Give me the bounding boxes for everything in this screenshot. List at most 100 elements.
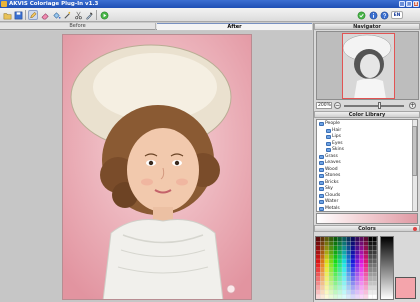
palette-swatch[interactable]: [346, 263, 351, 268]
palette-swatch[interactable]: [359, 263, 364, 268]
palette-swatch[interactable]: [316, 259, 321, 264]
palette-swatch[interactable]: [359, 267, 364, 273]
palette-swatch[interactable]: [342, 267, 347, 273]
palette-swatch[interactable]: [320, 267, 325, 273]
zoom-slider[interactable]: [344, 105, 404, 107]
palette-swatch[interactable]: [350, 241, 355, 246]
palette-swatch[interactable]: [324, 294, 329, 299]
image-canvas[interactable]: [0, 31, 312, 302]
palette-swatch[interactable]: [342, 285, 347, 290]
palette-swatch[interactable]: [329, 267, 334, 273]
palette-swatch[interactable]: [359, 285, 364, 290]
palette-swatch[interactable]: [324, 267, 329, 273]
palette-swatch[interactable]: [320, 263, 325, 268]
palette-swatch[interactable]: [368, 263, 373, 268]
palette-swatch[interactable]: [329, 294, 334, 299]
palette-swatch[interactable]: [359, 276, 364, 282]
tree-scrollbar[interactable]: [412, 120, 417, 211]
palette-swatch[interactable]: [346, 237, 351, 242]
palette-swatch[interactable]: [372, 250, 377, 255]
palette-swatch[interactable]: [346, 281, 351, 286]
magic-wand-icon[interactable]: [62, 10, 72, 20]
scissors-icon[interactable]: [73, 10, 83, 20]
palette-swatch[interactable]: [368, 245, 373, 251]
color-library-tree[interactable]: People Hair Lips Eyes Skins Grass Leaves Wood St…: [316, 119, 418, 212]
palette-swatch[interactable]: [372, 290, 377, 295]
palette-swatch[interactable]: [320, 294, 325, 299]
palette-swatch[interactable]: [316, 267, 321, 273]
palette-swatch[interactable]: [333, 276, 338, 282]
close-button[interactable]: x: [413, 1, 419, 7]
palette-swatch[interactable]: [329, 290, 334, 295]
palette-swatch[interactable]: [359, 250, 364, 255]
palette-swatch[interactable]: [342, 250, 347, 255]
palette-swatch[interactable]: [329, 263, 334, 268]
palette-swatch[interactable]: [350, 267, 355, 273]
info-icon[interactable]: [368, 10, 378, 20]
palette-swatch[interactable]: [337, 285, 342, 290]
ok-icon[interactable]: [356, 10, 366, 20]
brightness-bar[interactable]: [380, 236, 394, 300]
palette-swatch[interactable]: [316, 263, 321, 268]
palette-swatch[interactable]: [329, 285, 334, 290]
tab-before[interactable]: Before: [0, 23, 156, 30]
palette-swatch[interactable]: [320, 281, 325, 286]
palette-swatch[interactable]: [363, 290, 368, 295]
palette-swatch[interactable]: [350, 263, 355, 268]
palette-swatch[interactable]: [337, 281, 342, 286]
zoom-slider-handle[interactable]: [378, 102, 381, 109]
palette-swatch[interactable]: [329, 276, 334, 282]
palette-swatch[interactable]: [337, 254, 342, 259]
library-item-eyes[interactable]: Eyes: [326, 141, 343, 147]
palette-swatch[interactable]: [346, 259, 351, 264]
palette-grid[interactable]: [316, 237, 377, 299]
palette-swatch[interactable]: [320, 285, 325, 290]
palette-swatch[interactable]: [333, 263, 338, 268]
palette-swatch[interactable]: [355, 285, 360, 290]
palette-swatch[interactable]: [368, 267, 373, 273]
palette-swatch[interactable]: [350, 285, 355, 290]
palette-swatch[interactable]: [368, 294, 373, 299]
navigator-viewport[interactable]: [342, 33, 395, 99]
palette-swatch[interactable]: [329, 281, 334, 286]
palette-swatch[interactable]: [316, 241, 321, 246]
palette-swatch[interactable]: [333, 290, 338, 295]
palette-swatch[interactable]: [355, 263, 360, 268]
palette-swatch[interactable]: [372, 285, 377, 290]
palette-swatch[interactable]: [342, 272, 347, 277]
palette-swatch[interactable]: [337, 237, 342, 242]
palette-swatch[interactable]: [333, 259, 338, 264]
palette-swatch[interactable]: [368, 285, 373, 290]
palette-swatch[interactable]: [355, 294, 360, 299]
palette-swatch[interactable]: [342, 237, 347, 242]
palette-swatch[interactable]: [333, 267, 338, 273]
palette-swatch[interactable]: [316, 281, 321, 286]
palette-swatch[interactable]: [346, 250, 351, 255]
palette-swatch[interactable]: [355, 276, 360, 282]
palette-swatch[interactable]: [363, 237, 368, 242]
palette-swatch[interactable]: [329, 245, 334, 251]
palette-swatch[interactable]: [320, 272, 325, 277]
palette-swatch[interactable]: [363, 254, 368, 259]
palette-swatch[interactable]: [342, 263, 347, 268]
palette-swatch[interactable]: [368, 276, 373, 282]
color-palette[interactable]: [315, 236, 378, 300]
palette-swatch[interactable]: [342, 276, 347, 282]
palette-swatch[interactable]: [363, 285, 368, 290]
palette-swatch[interactable]: [316, 237, 321, 242]
palette-swatch[interactable]: [355, 259, 360, 264]
palette-swatch[interactable]: [368, 237, 373, 242]
palette-swatch[interactable]: [329, 237, 334, 242]
palette-swatch[interactable]: [355, 267, 360, 273]
palette-swatch[interactable]: [350, 276, 355, 282]
palette-swatch[interactable]: [342, 290, 347, 295]
palette-swatch[interactable]: [316, 285, 321, 290]
palette-swatch[interactable]: [324, 250, 329, 255]
palette-swatch[interactable]: [346, 267, 351, 273]
zoom-field[interactable]: 200%: [316, 102, 332, 109]
selected-color-swatch[interactable]: [395, 277, 416, 299]
palette-swatch[interactable]: [324, 276, 329, 282]
palette-swatch[interactable]: [329, 250, 334, 255]
palette-swatch[interactable]: [355, 241, 360, 246]
palette-swatch[interactable]: [329, 254, 334, 259]
